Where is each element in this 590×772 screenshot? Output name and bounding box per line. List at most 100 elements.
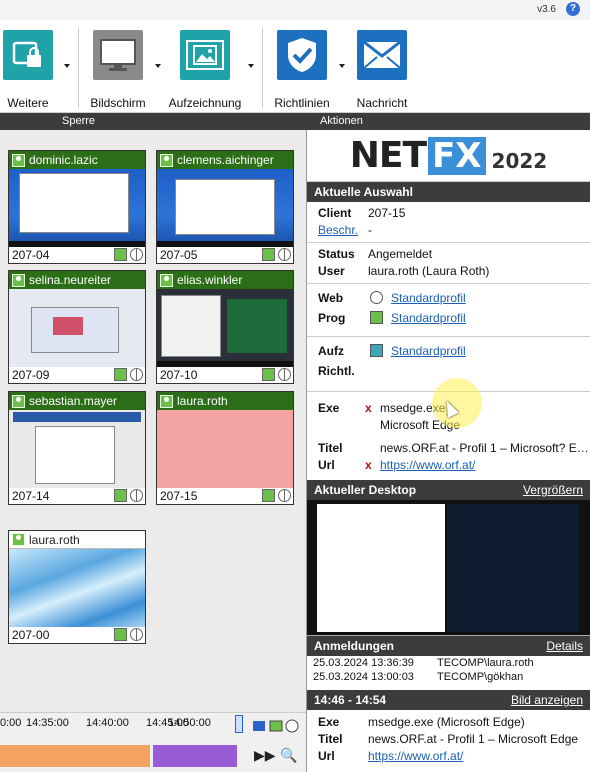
tile-username: clemens.aichinger	[177, 153, 274, 167]
block-url-icon[interactable]: x	[365, 457, 372, 474]
aufz-profile-link[interactable]: Standardprofil	[391, 344, 466, 358]
ribbon-separator	[78, 28, 79, 108]
client-tile-selected[interactable]: laura.roth 207-15	[156, 391, 294, 505]
profile-info: Web Standardprofil Prog Standardprofil	[307, 284, 590, 337]
recording-icon	[370, 344, 383, 357]
weitere-button[interactable]: Weitere	[0, 30, 56, 110]
client-label: Client	[318, 206, 352, 220]
web-profile-link[interactable]: Standardprofil	[391, 291, 466, 305]
screen-thumbnail	[157, 410, 293, 488]
tile-header: elias.winkler	[157, 271, 293, 289]
title-bar: v3.6 ?	[0, 0, 590, 20]
screen-thumbnail	[9, 549, 145, 627]
section-header-selection: Aktuelle Auswahl	[307, 182, 590, 202]
nachricht-button[interactable]: Nachricht	[352, 30, 412, 110]
user-value: laura.roth (Laura Roth)	[368, 264, 490, 278]
aufzeichnung-button[interactable]: Aufzeichnung	[166, 30, 244, 110]
bildschirm-dropdown-arrow[interactable]	[155, 64, 161, 68]
tile-username: sebastian.mayer	[29, 394, 118, 408]
monitor-icon	[93, 30, 143, 80]
tile-footer: 207-00	[9, 627, 145, 643]
timeline-slider-handle[interactable]	[235, 715, 243, 733]
current-desktop-preview[interactable]	[307, 500, 590, 636]
bildschirm-button[interactable]: Bildschirm	[86, 30, 150, 110]
tile-username: dominic.lazic	[29, 153, 98, 167]
lock-screen-icon	[3, 30, 53, 80]
show-image-link[interactable]: Bild anzeigen	[511, 693, 583, 707]
beschr-link[interactable]: Beschr.	[318, 222, 358, 239]
richtlinien-dropdown-arrow[interactable]	[339, 64, 345, 68]
logins-list: 25.03.2024 13:36:39 TECOMP\laura.roth 25.…	[307, 656, 590, 684]
globe-icon	[130, 368, 143, 381]
help-icon[interactable]: ?	[566, 2, 580, 16]
desktop-window-left	[317, 504, 445, 632]
version-label: v3.6	[537, 4, 556, 15]
section-header-timeslot: 14:46 - 14:54 Bild anzeigen	[307, 690, 590, 710]
client-grid: dominic.lazic 207-04 clemens.aichinger 2…	[0, 130, 306, 712]
tile-header: dominic.lazic	[9, 151, 145, 169]
timeline-view-icons[interactable]	[252, 719, 300, 736]
url-label: Url	[318, 458, 335, 472]
client-tile[interactable]: elias.winkler 207-10	[156, 270, 294, 384]
titel-value: news.ORF.at - Profil 1 – Microsoft? Ed..…	[380, 441, 590, 455]
globe-icon	[130, 248, 143, 261]
block-exe-icon[interactable]: x	[365, 400, 372, 417]
url-link[interactable]: https://www.orf.at/	[380, 457, 590, 474]
ribbon-separator	[262, 28, 263, 108]
program-icon	[262, 248, 275, 261]
tile-footer: 207-14	[9, 488, 145, 504]
client-tile[interactable]: sebastian.mayer 207-14	[8, 391, 146, 505]
timeline-segment-purple[interactable]	[153, 745, 237, 767]
exe-label: Exe	[318, 401, 340, 415]
client-tile[interactable]: dominic.lazic 207-04	[8, 150, 146, 264]
tile-username: elias.winkler	[177, 273, 243, 287]
weitere-dropdown-arrow[interactable]	[64, 64, 70, 68]
tile-client-id: 207-05	[160, 248, 198, 262]
details-link[interactable]: Details	[546, 639, 583, 653]
screen-thumbnail	[157, 289, 293, 367]
aufz-label: Aufz	[318, 344, 344, 358]
tile-header: clemens.aichinger	[157, 151, 293, 169]
status-info: Status Angemeldet User laura.roth (Laura R…	[307, 243, 590, 284]
ts-url-link[interactable]: https://www.orf.at/	[368, 748, 590, 765]
tile-header: selina.neureiter	[9, 271, 145, 289]
program-icon	[114, 628, 127, 641]
zoom-icon[interactable]: 🔍	[280, 747, 297, 764]
tile-client-id: 207-00	[12, 628, 50, 642]
user-icon	[12, 533, 25, 546]
ts-titel-value: news.ORF.at - Profil 1 – Microsoft Edge	[368, 732, 579, 746]
prog-profile-link[interactable]: Standardprofil	[391, 311, 466, 325]
tile-footer: 207-09	[9, 367, 145, 383]
ts-exe-value: msedge.exe (Microsoft Edge)	[368, 715, 525, 729]
timeline-segment-orange[interactable]	[0, 745, 150, 767]
logo-fx: FX	[428, 136, 486, 175]
login-user: TECOMP\gökhan	[437, 671, 524, 683]
tile-footer: 207-05	[157, 247, 293, 263]
cursor-highlight	[432, 378, 482, 428]
tile-client-id: 207-10	[160, 368, 198, 382]
aufzeichnung-label: Aufzeichnung	[168, 96, 242, 110]
client-tile[interactable]: laura.roth 207-00	[8, 530, 146, 644]
richtlinien-button[interactable]: Richtlinien	[272, 30, 332, 110]
ribbon-group-labels: Sperre Aktionen	[0, 113, 590, 130]
client-tile[interactable]: clemens.aichinger 207-05	[156, 150, 294, 264]
user-icon	[160, 153, 173, 167]
tile-username: laura.roth	[29, 532, 80, 547]
desktop-header-label: Aktueller Desktop	[314, 483, 417, 497]
details-panel: NET FX 2022 Aktuelle Auswahl Client 207-1…	[306, 130, 590, 772]
aufzeichnung-dropdown-arrow[interactable]	[248, 64, 254, 68]
user-icon	[160, 394, 173, 408]
netfx-logo: NET FX 2022	[307, 130, 590, 182]
screen-thumbnail	[9, 410, 145, 488]
login-date: 25.03.2024 13:00:03	[313, 671, 414, 683]
tile-client-id: 207-15	[160, 489, 198, 503]
client-tile[interactable]: selina.neureiter 207-09	[8, 270, 146, 384]
tile-client-id: 207-04	[12, 248, 50, 262]
recording-icon	[180, 30, 230, 80]
enlarge-link[interactable]: Vergrößern	[523, 483, 583, 497]
fast-forward-icon[interactable]: ▶▶	[254, 747, 276, 764]
tile-client-id: 207-09	[12, 368, 50, 382]
group-label-sperre: Sperre	[62, 115, 96, 127]
timeline-track[interactable]	[0, 745, 240, 767]
globe-icon	[278, 248, 291, 261]
